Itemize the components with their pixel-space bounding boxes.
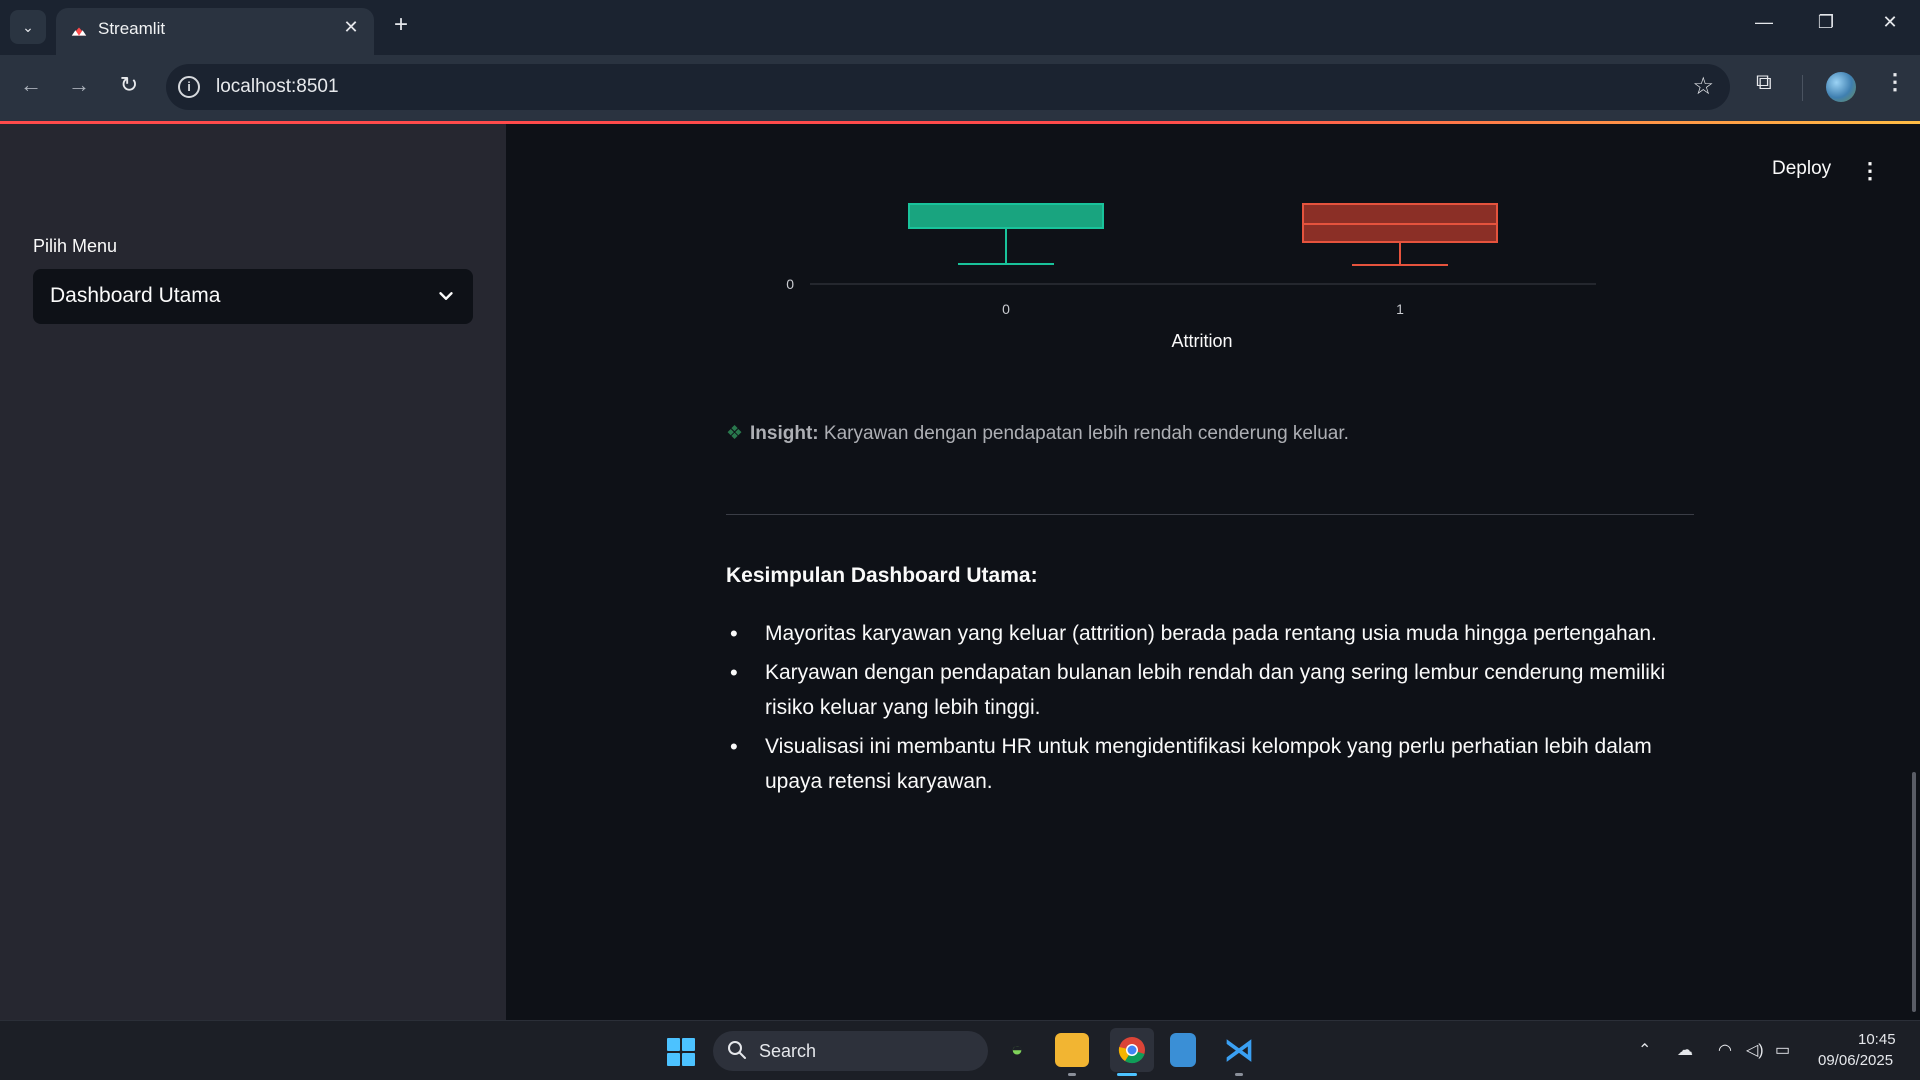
restore-icon[interactable]: ❐	[1806, 12, 1846, 33]
profile-avatar[interactable]	[1826, 72, 1856, 102]
x-tick-label-0: 0	[1002, 301, 1010, 317]
extensions-icon[interactable]: ⧉	[1756, 69, 1772, 95]
clock-time[interactable]: 10:45	[1858, 1031, 1896, 1048]
close-tab-icon[interactable]: ✕	[338, 17, 364, 38]
vscode-icon[interactable]: ⋊	[1222, 1033, 1256, 1067]
active-app-indicator	[1117, 1073, 1137, 1076]
app-indicator	[1068, 1073, 1076, 1076]
money-wings-icon: ❖	[726, 423, 744, 444]
battery-icon[interactable]: ▭	[1775, 1040, 1790, 1060]
list-item: Mayoritas karyawan yang keluar (attritio…	[726, 616, 1694, 651]
notepad-icon[interactable]	[1170, 1033, 1196, 1067]
main-content: Deploy ⋮ 0 0 1 Attrition ❖ Insight: Karya…	[506, 124, 1920, 1020]
tray-overflow-icon[interactable]: ⌃	[1638, 1040, 1651, 1060]
wifi-icon[interactable]: ◠	[1718, 1040, 1732, 1060]
toolbar-divider	[1802, 75, 1803, 101]
streamlit-logo-icon	[71, 27, 87, 36]
menu-select[interactable]: Dashboard Utama	[33, 269, 473, 324]
browser-toolbar: ← → ↻ i localhost:8501 ☆ ⧉ ⋮	[0, 55, 1920, 121]
search-placeholder: Search	[759, 1041, 817, 1061]
sidebar: Pilih Menu Dashboard Utama	[0, 124, 506, 1020]
y-tick-label: 0	[786, 276, 794, 292]
forward-icon[interactable]: →	[64, 72, 94, 98]
insight-caption: ❖ Insight: Karyawan dengan pendapatan leb…	[726, 422, 1349, 445]
insight-text: Karyawan dengan pendapatan lebih rendah …	[823, 423, 1349, 444]
onedrive-icon[interactable]: ☁	[1677, 1040, 1693, 1060]
list-item: Visualisasi ini membantu HR untuk mengid…	[726, 729, 1694, 799]
site-info-icon[interactable]: i	[178, 76, 200, 98]
windows-start-icon[interactable]	[667, 1038, 695, 1066]
chrome-icon	[1118, 1037, 1145, 1064]
new-tab-button[interactable]: +	[386, 11, 416, 39]
minimize-icon[interactable]: —	[1744, 12, 1784, 33]
address-url[interactable]: localhost:8501	[216, 76, 339, 98]
box-attrition-0[interactable]	[908, 203, 1104, 229]
insight-label: Insight:	[750, 423, 819, 444]
attrition-box-chart: 0 0 1 Attrition	[786, 203, 1596, 351]
x-tick-label-1: 1	[1396, 301, 1404, 317]
browser-menu-icon[interactable]: ⋮	[1884, 69, 1906, 95]
volume-icon[interactable]: ◁)	[1746, 1040, 1764, 1060]
conclusion-list: Mayoritas karyawan yang keluar (attritio…	[726, 616, 1694, 803]
clock-date[interactable]: 09/06/2025	[1818, 1052, 1893, 1069]
menu-select-value: Dashboard Utama	[50, 284, 221, 307]
chevron-down-icon	[439, 292, 453, 300]
taskbar: Search ◒ ⋊ ⌃ ☁ ◠ ◁) ▭ 10:45 09/06/2025	[0, 1020, 1920, 1080]
taskbar-search[interactable]: Search	[713, 1031, 988, 1071]
divider	[726, 514, 1694, 515]
scrollbar[interactable]	[1912, 772, 1916, 1012]
x-axis-title: Attrition	[1171, 331, 1232, 351]
browser-app-icon[interactable]: ◒	[1000, 1033, 1034, 1067]
search-icon	[728, 1041, 746, 1059]
address-bar[interactable]: i localhost:8501 ☆	[166, 64, 1730, 110]
browser-tab[interactable]: Streamlit ✕	[56, 8, 374, 55]
reload-icon[interactable]: ↻	[114, 72, 144, 98]
chrome-app-icon[interactable]	[1110, 1028, 1154, 1072]
back-icon[interactable]: ←	[16, 72, 46, 98]
bookmark-star-icon[interactable]: ☆	[1692, 72, 1714, 101]
browser-tab-bar: ⌄ Streamlit ✕ + — ❐ ✕	[0, 0, 1920, 55]
conclusion-title: Kesimpulan Dashboard Utama:	[726, 564, 1038, 587]
close-window-icon[interactable]: ✕	[1870, 12, 1910, 33]
file-explorer-icon[interactable]	[1055, 1033, 1089, 1067]
list-item: Karyawan dengan pendapatan bulanan lebih…	[726, 655, 1694, 725]
app-indicator	[1235, 1073, 1243, 1076]
tab-title: Streamlit	[98, 19, 166, 38]
menu-label: Pilih Menu	[33, 236, 118, 256]
tab-search-button[interactable]: ⌄	[10, 10, 46, 44]
